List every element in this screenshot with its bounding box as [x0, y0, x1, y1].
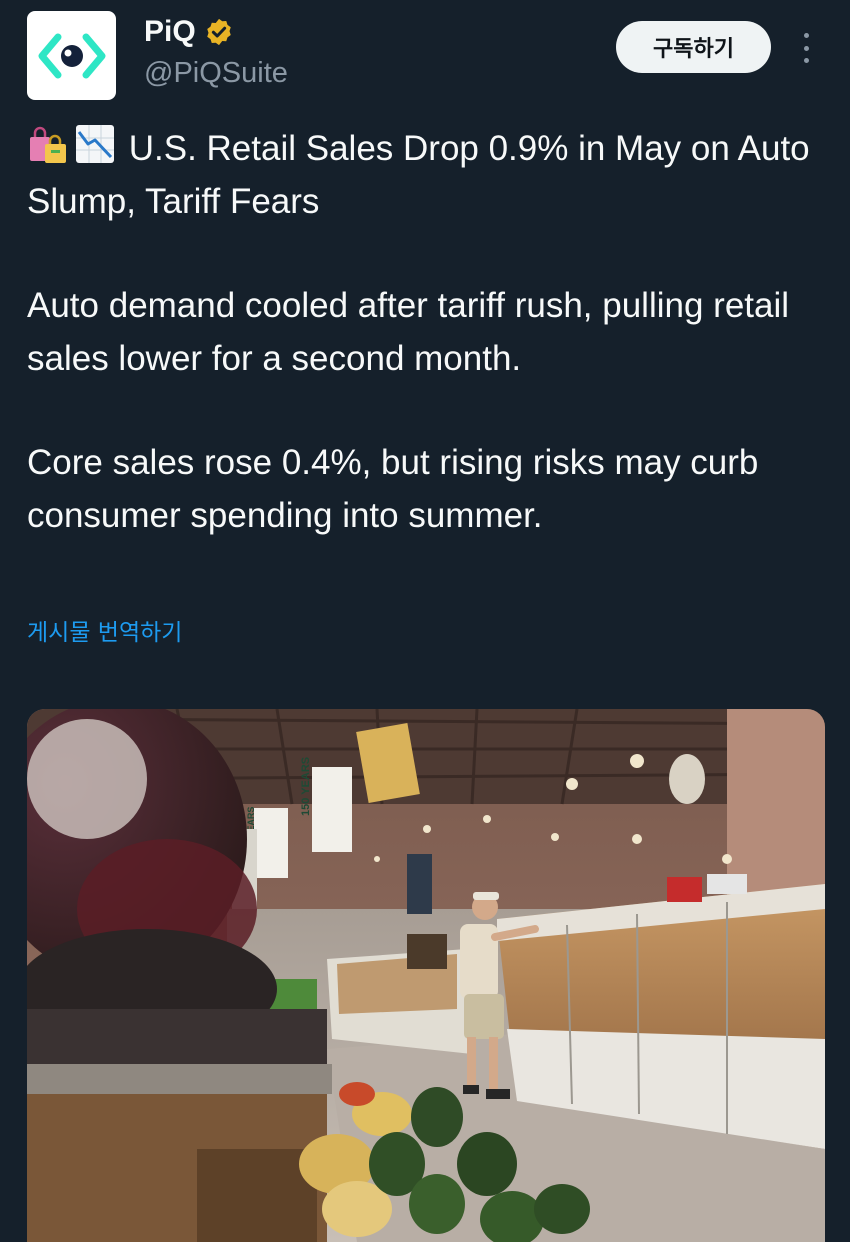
more-options-icon[interactable]: [796, 30, 816, 66]
tweet-paragraph-1: Auto demand cooled after tariff rush, pu…: [27, 286, 790, 378]
tweet-paragraph-2: Core sales rose 0.4%, but rising risks m…: [27, 443, 759, 535]
author-name-row: PiQ: [144, 14, 234, 50]
piq-logo-icon: [38, 33, 105, 78]
market-photo-image: 150 YEARS 150 YEARS: [27, 709, 825, 1242]
author-display-name[interactable]: PiQ: [144, 14, 196, 50]
author-handle[interactable]: @PiQSuite: [144, 55, 288, 91]
avatar[interactable]: [27, 11, 116, 100]
tweet-photo[interactable]: 150 YEARS 150 YEARS: [27, 709, 825, 1242]
tweet-headline: U.S. Retail Sales Drop 0.9% in May on Au…: [27, 129, 810, 221]
tweet-headline-line: U.S. Retail Sales Drop 0.9% in May on Au…: [27, 122, 832, 228]
banner-150-years-text: 150 YEARS: [300, 757, 312, 816]
shopping-bags-emoji: [30, 126, 66, 163]
verified-badge-icon: [206, 18, 231, 46]
tweet-text: U.S. Retail Sales Drop 0.9% in May on Au…: [27, 122, 832, 542]
translate-post-link[interactable]: 게시물 번역하기: [27, 613, 182, 647]
subscribe-button[interactable]: 구독하기: [616, 21, 771, 73]
chart-decreasing-emoji: [76, 125, 114, 163]
